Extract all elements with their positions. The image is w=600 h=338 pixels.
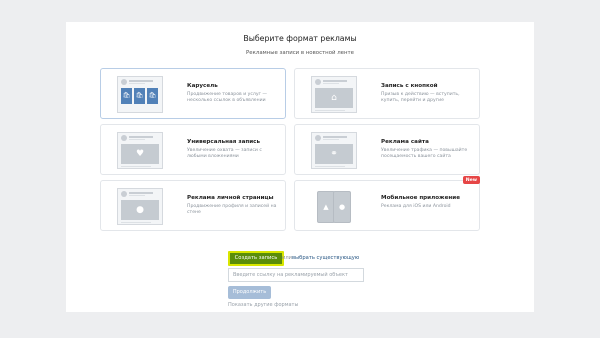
card-description: Призыв к действию — вступить, купить, пе… <box>381 92 460 103</box>
card-title: Мобильное приложение <box>381 195 460 201</box>
new-badge: New <box>462 176 480 184</box>
website-ad-preview: ⚭ <box>311 132 357 169</box>
format-card-universal-post[interactable]: ♥ Универсальная запись Увеличение охвата… <box>100 124 286 175</box>
create-post-button[interactable]: Создать запись <box>228 251 284 266</box>
card-description: Увеличение охвата — записи с любыми влож… <box>187 148 262 159</box>
section-subtitle: Рекламные записи в новостной ленте <box>246 50 354 56</box>
card-title: Универсальная запись <box>187 139 261 145</box>
format-card-post-with-button[interactable]: ⌂ Запись с кнопкой Призыв к действию — в… <box>294 68 480 119</box>
home-icon: ⌂ <box>331 93 337 103</box>
format-card-website-ad[interactable]: ⚭ Реклама сайта Увеличение трафика — пов… <box>294 124 480 175</box>
continue-button[interactable]: Продолжить <box>228 286 271 299</box>
apple-icon: ● <box>338 203 346 211</box>
link-icon: ⚭ <box>330 149 338 159</box>
page-title: Выберите формат рекламы <box>243 34 357 43</box>
ad-format-panel: Выберите формат рекламы Рекламные записи… <box>66 22 534 312</box>
carousel-preview: 🛍 🛍 🛍 <box>117 76 163 113</box>
promoted-url-input[interactable] <box>228 268 364 282</box>
card-description: Увеличение трафика — повышайте посещаемо… <box>381 148 468 159</box>
or-text: или <box>282 255 293 261</box>
card-title: Карусель <box>187 83 218 89</box>
format-card-carousel[interactable]: 🛍 🛍 🛍 Карусель Продвижение товаров и усл… <box>100 68 286 119</box>
carousel-icon: 🛍 <box>122 92 131 99</box>
format-card-mobile-app[interactable]: ▲ ● Мобильное приложение Реклама для iOS… <box>294 176 480 231</box>
choose-existing-link[interactable]: выбрать существующую <box>292 255 359 261</box>
mobile-app-preview: ▲ ● <box>311 188 357 225</box>
personal-page-preview: ● <box>117 188 163 225</box>
heart-icon: ♥ <box>135 149 145 159</box>
post-with-button-preview: ⌂ <box>311 76 357 113</box>
show-other-formats-link[interactable]: Показать другие форматы <box>228 302 298 308</box>
universal-post-preview: ♥ <box>117 132 163 169</box>
card-description: Реклама для iOS или Android <box>381 204 451 209</box>
card-title: Реклама сайта <box>381 139 429 145</box>
format-card-personal-page[interactable]: ● Реклама личной страницы Продвижение пр… <box>100 180 286 231</box>
card-title: Запись с кнопкой <box>381 83 438 89</box>
card-title: Реклама личной страницы <box>187 195 274 201</box>
person-icon: ● <box>136 205 144 215</box>
card-description: Продвижение товаров и услуг — несколько … <box>187 92 268 103</box>
android-icon: ▲ <box>323 203 329 211</box>
card-description: Продвижение профиля и записей на стене <box>187 204 277 215</box>
